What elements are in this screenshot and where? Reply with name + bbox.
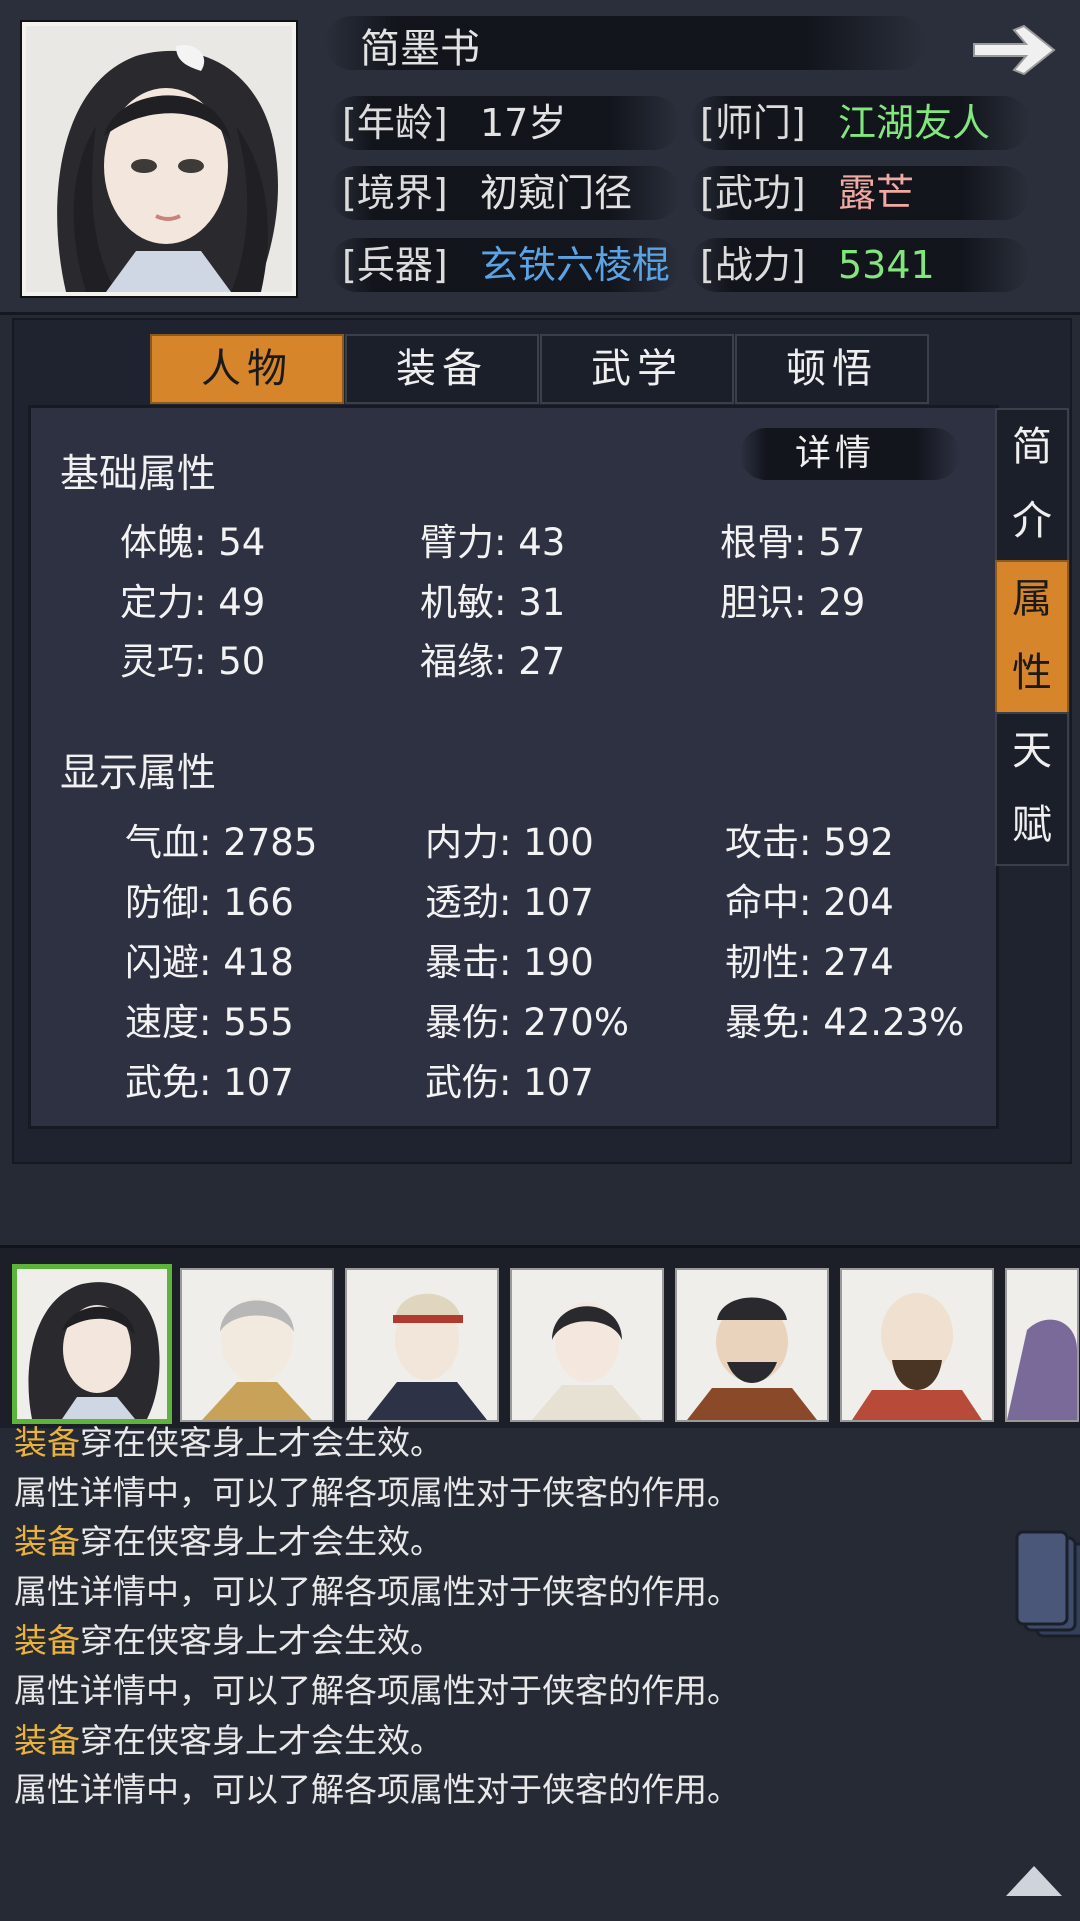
stat-toughness: 韧性: 274 xyxy=(725,941,894,984)
side-tab-char: 赋 xyxy=(1012,802,1052,848)
character-name: 简墨书 xyxy=(360,26,480,72)
log-line: 装备穿在侠客身上才会生效。 xyxy=(14,1720,443,1760)
log-line: 属性详情中，可以了解各项属性对于侠客的作用。 xyxy=(14,1770,740,1810)
tab-enlightenment[interactable]: 顿悟 xyxy=(735,334,929,404)
log-line: 属性详情中，可以了解各项属性对于侠客的作用。 xyxy=(14,1472,740,1512)
side-tab-char: 属 xyxy=(1012,576,1052,622)
stat-crit: 暴击: 190 xyxy=(425,941,594,984)
stat-luck: 福缘: 27 xyxy=(420,640,566,683)
stat-dexterity: 灵巧: 50 xyxy=(120,640,266,683)
log-line: 属性详情中，可以了解各项属性对于侠客的作用。 xyxy=(14,1571,740,1611)
power-label: [战力] xyxy=(700,243,806,287)
stat-dodge: 闪避: 418 xyxy=(125,941,294,984)
details-label: 详情 xyxy=(795,433,876,474)
log-line: 装备穿在侠客身上才会生效。 xyxy=(14,1522,443,1562)
sect-label: [师门] xyxy=(700,101,806,145)
scroll-top-button[interactable] xyxy=(1002,1860,1066,1900)
side-tab-char: 性 xyxy=(1012,650,1052,696)
hero-card[interactable] xyxy=(675,1268,829,1422)
log-line: 装备穿在侠客身上才会生效。 xyxy=(14,1423,443,1462)
hero-card[interactable] xyxy=(510,1268,664,1422)
stat-strength: 臂力: 43 xyxy=(420,521,566,564)
side-tab-intro[interactable]: 简 介 xyxy=(995,408,1069,562)
age-label: [年龄] xyxy=(342,101,448,145)
side-tab-char: 天 xyxy=(1012,728,1052,774)
stat-constitution: 体魄: 54 xyxy=(120,521,266,564)
log-line: 属性详情中，可以了解各项属性对于侠客的作用。 xyxy=(14,1670,740,1710)
character-portrait xyxy=(22,22,296,296)
tab-equipment[interactable]: 装备 xyxy=(345,334,539,404)
stat-attack: 攻击: 592 xyxy=(725,821,894,864)
tab-character[interactable]: 人物 xyxy=(150,334,344,404)
stat-martial-damage: 武伤: 107 xyxy=(425,1061,594,1104)
side-tab-char: 介 xyxy=(1012,498,1052,544)
hero-card-partial[interactable] xyxy=(1005,1268,1079,1422)
stat-crit-resist: 暴免: 42.23% xyxy=(725,1001,965,1044)
sect-value: 江湖友人 xyxy=(838,101,991,145)
log-line: 装备穿在侠客身上才会生效。 xyxy=(14,1621,443,1661)
message-log: 装备穿在侠客身上才会生效。 属性详情中，可以了解各项属性对于侠客的作用。 装备穿… xyxy=(14,1418,1054,1815)
tab-martial-arts[interactable]: 武学 xyxy=(540,334,734,404)
martial-value: 露芒 xyxy=(838,171,915,215)
hero-card[interactable] xyxy=(180,1268,334,1422)
stat-speed: 速度: 555 xyxy=(125,1001,294,1044)
age-value: 17岁 xyxy=(480,101,567,145)
stat-martial-resist: 武免: 107 xyxy=(125,1061,294,1104)
scroll-top-icon xyxy=(1006,1866,1062,1896)
power-value: 5341 xyxy=(838,243,935,287)
stat-agility: 机敏: 31 xyxy=(420,581,566,624)
stat-crit-damage: 暴伤: 270% xyxy=(425,1001,630,1044)
stat-hp: 气血: 2785 xyxy=(125,821,318,864)
details-button[interactable]: 详情 xyxy=(740,428,960,480)
stat-penetration: 透劲: 107 xyxy=(425,881,594,924)
card-deck-icon[interactable] xyxy=(1015,1530,1080,1648)
stat-accuracy: 命中: 204 xyxy=(725,881,894,924)
side-tab-char: 简 xyxy=(1012,424,1052,470)
weapon-value: 玄铁六棱棍 xyxy=(480,243,671,287)
stat-composure: 定力: 49 xyxy=(120,581,266,624)
stat-courage: 胆识: 29 xyxy=(720,581,866,624)
realm-value: 初窥门径 xyxy=(480,171,633,215)
display-attributes-title: 显示属性 xyxy=(60,751,217,796)
next-character-button[interactable] xyxy=(970,18,1060,82)
side-tab-attributes[interactable]: 属 性 xyxy=(995,560,1069,714)
stat-bone: 根骨: 57 xyxy=(720,521,866,564)
hero-card[interactable] xyxy=(840,1268,994,1422)
side-tab-talents[interactable]: 天 赋 xyxy=(995,712,1069,866)
basic-attributes-title: 基础属性 xyxy=(60,452,217,497)
hero-card[interactable] xyxy=(345,1268,499,1422)
realm-label: [境界] xyxy=(342,171,448,215)
hero-card-selected[interactable] xyxy=(12,1264,172,1424)
stat-inner-power: 内力: 100 xyxy=(425,821,594,864)
weapon-label: [兵器] xyxy=(342,243,448,287)
martial-label: [武功] xyxy=(700,171,806,215)
next-arrow-icon xyxy=(973,24,1056,76)
stat-defense: 防御: 166 xyxy=(125,881,294,924)
